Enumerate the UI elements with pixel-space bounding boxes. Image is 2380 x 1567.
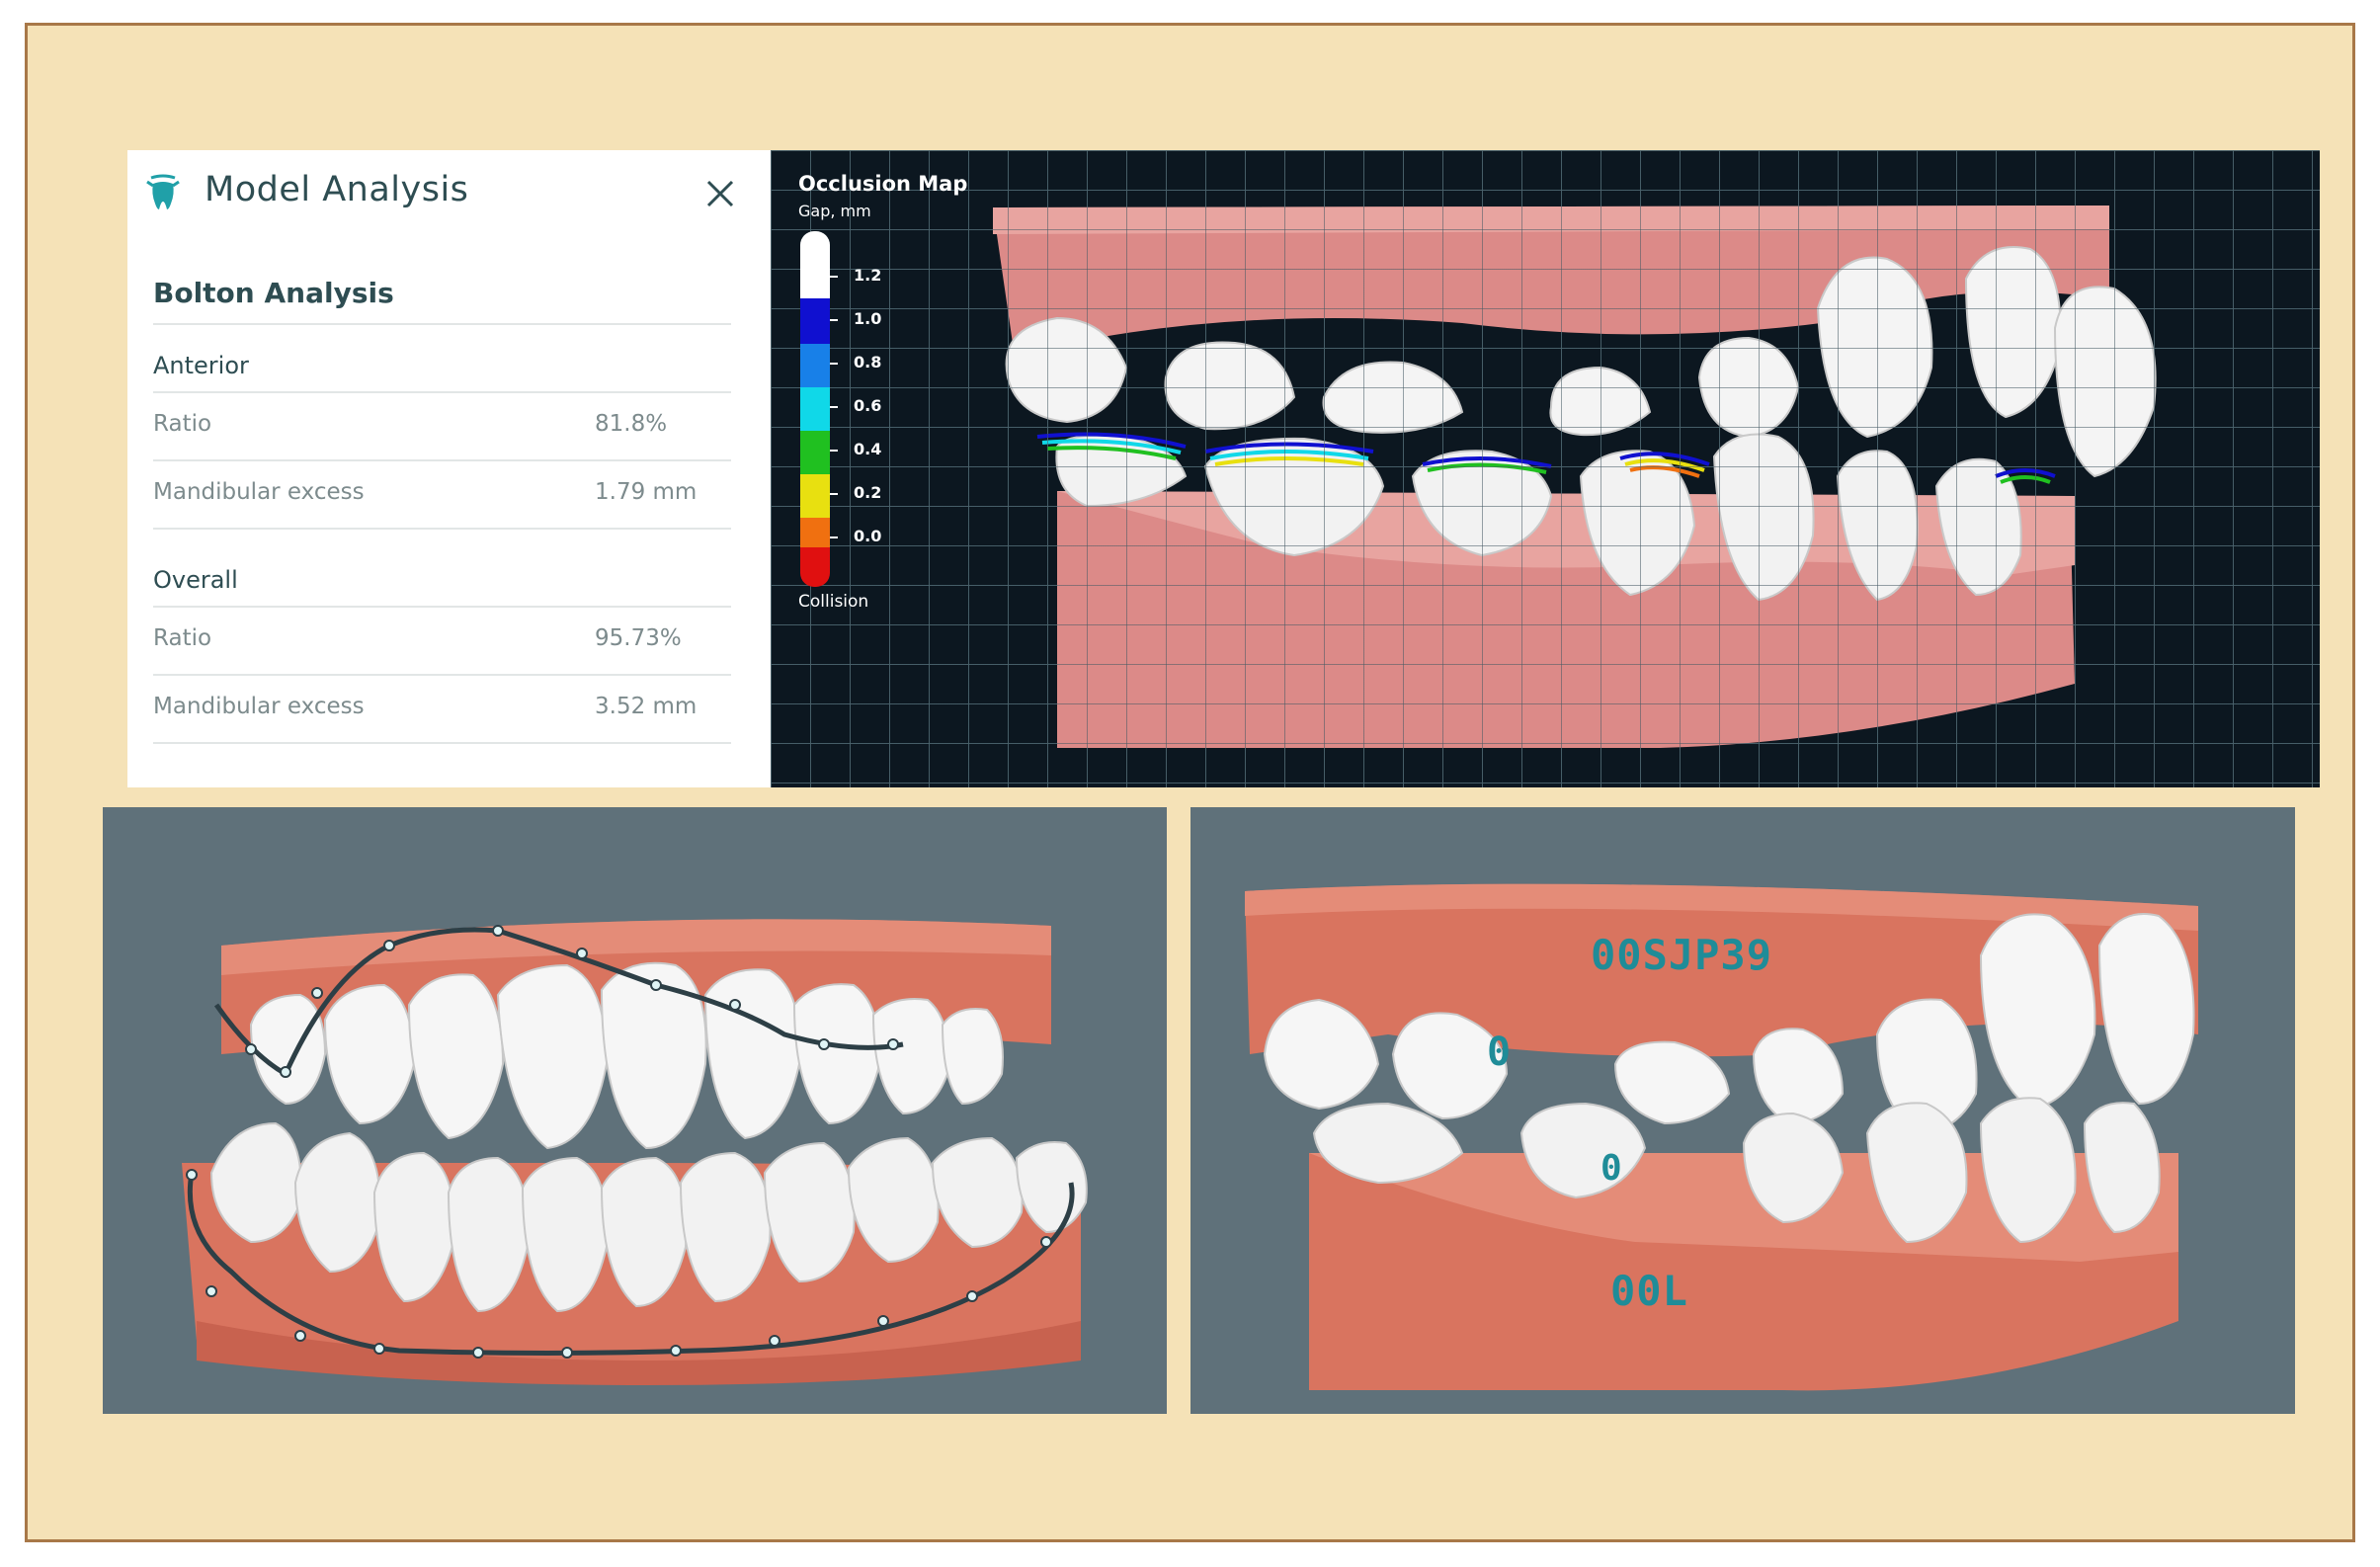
row-label: Mandibular excess: [153, 694, 365, 719]
close-icon[interactable]: [700, 174, 740, 213]
legend-segment: [800, 547, 830, 563]
legend-segment: [800, 255, 830, 298]
row-label: Ratio: [153, 625, 212, 651]
row-value: 3.52 mm: [595, 694, 698, 719]
model-analysis-panel: Model Analysis Bolton Analysis Anterior …: [127, 150, 771, 787]
legend-tick-label: 0.8: [854, 353, 882, 371]
tooth-icon: [146, 174, 180, 209]
legend-segment: [800, 298, 830, 344]
divider: [153, 528, 731, 530]
row-label: Mandibular excess: [153, 479, 365, 505]
group-label-overall: Overall: [153, 566, 238, 594]
lower-tooth-mark: 0: [1600, 1148, 1623, 1189]
panel-header: Model Analysis: [127, 150, 771, 235]
legend-segment: [800, 474, 830, 518]
legend-segment: [800, 387, 830, 431]
labeled-side-view[interactable]: 00SJP39 0 0 00L: [1190, 807, 2295, 1414]
legend-tick-label: 0.0: [854, 527, 882, 545]
row-label: Ratio: [153, 411, 212, 437]
divider: [153, 606, 731, 608]
upper-tooth-mark: 0: [1487, 1030, 1513, 1075]
row-value: 1.79 mm: [595, 479, 698, 505]
legend-segment: [800, 431, 830, 474]
divider: [153, 323, 731, 325]
dental-model-front: [182, 919, 1088, 1385]
group-label-anterior: Anterior: [153, 352, 249, 379]
dental-model-labeled: [1245, 883, 2198, 1391]
divider: [153, 674, 731, 676]
legend-tick-label: 0.4: [854, 440, 882, 458]
occlusion-map-view[interactable]: Occlusion Map Gap, mm 1.2 1.0 0.8 0.6 0.…: [771, 150, 2320, 787]
occlusion-map-subtitle: Gap, mm: [798, 202, 871, 220]
legend-segment: [800, 344, 830, 387]
section-title: Bolton Analysis: [153, 277, 394, 309]
row-value: 95.73%: [595, 625, 682, 651]
legend-tick-label: 0.2: [854, 483, 882, 502]
legend-tick-label: 0.6: [854, 396, 882, 415]
divider: [153, 742, 731, 744]
gap-color-legend: [800, 231, 838, 587]
dental-model-side: [993, 206, 2157, 748]
occlusion-map-title: Occlusion Map: [798, 172, 968, 196]
arch-front-view[interactable]: [103, 807, 1167, 1414]
figure-frame: Model Analysis Bolton Analysis Anterior …: [25, 23, 2355, 1542]
legend-tick-label: 1.0: [854, 309, 882, 328]
legend-tick-label: 1.2: [854, 266, 882, 285]
panel-title: Model Analysis: [205, 170, 469, 209]
upper-engraved-code: 00SJP39: [1591, 931, 1773, 979]
legend-segment: [800, 518, 830, 547]
divider: [153, 459, 731, 461]
row-value: 81.8%: [595, 411, 668, 437]
lower-engraved-code: 00L: [1610, 1267, 1688, 1315]
divider: [153, 391, 731, 393]
legend-collision-label: Collision: [798, 592, 869, 612]
